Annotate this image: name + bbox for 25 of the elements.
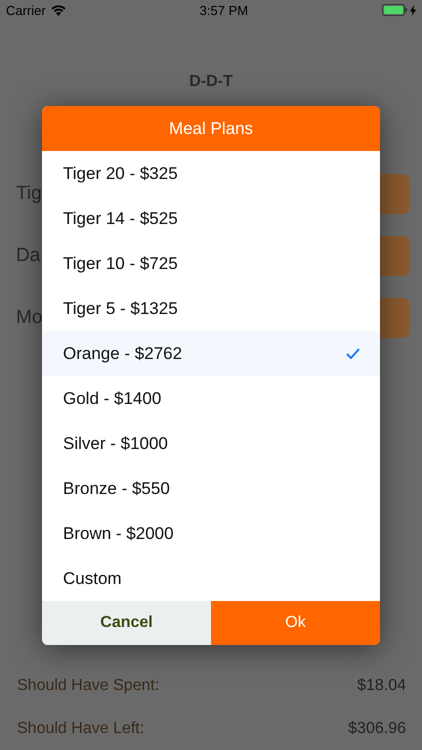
plan-option[interactable]: Tiger 14 - $525 bbox=[42, 196, 380, 241]
plan-option[interactable]: Silver - $1000 bbox=[42, 421, 380, 466]
summary-value: $306.96 bbox=[348, 720, 406, 738]
battery-icon bbox=[382, 4, 408, 16]
status-time: 3:57 PM bbox=[200, 2, 248, 18]
plan-option[interactable]: Brown - $2000 bbox=[42, 511, 380, 556]
plan-option[interactable]: Gold - $1400 bbox=[42, 376, 380, 421]
plan-option[interactable]: Tiger 20 - $325 bbox=[42, 151, 380, 196]
plan-option[interactable]: Orange - $2762 bbox=[42, 331, 380, 376]
field-label: Mo bbox=[16, 307, 42, 329]
checkmark-icon bbox=[346, 348, 360, 359]
field-label: Da bbox=[16, 245, 40, 267]
wifi-icon bbox=[50, 4, 66, 16]
carrier-label: Carrier bbox=[6, 2, 46, 18]
summary-value: $18.04 bbox=[357, 676, 406, 694]
plan-option[interactable]: Custom bbox=[42, 556, 380, 601]
plan-option[interactable]: Tiger 5 - $1325 bbox=[42, 286, 380, 331]
plan-option[interactable]: Bronze - $550 bbox=[42, 466, 380, 511]
plan-option[interactable]: Tiger 10 - $725 bbox=[42, 241, 380, 286]
page-title: D-D-T bbox=[188, 73, 234, 92]
cancel-button[interactable]: Cancel bbox=[42, 601, 211, 645]
field-label: Tig bbox=[16, 183, 42, 205]
dialog-title: Meal Plans bbox=[42, 106, 380, 151]
summary-label: Should Have Left: bbox=[17, 720, 144, 738]
summary-label: Should Have Spent: bbox=[17, 676, 160, 694]
